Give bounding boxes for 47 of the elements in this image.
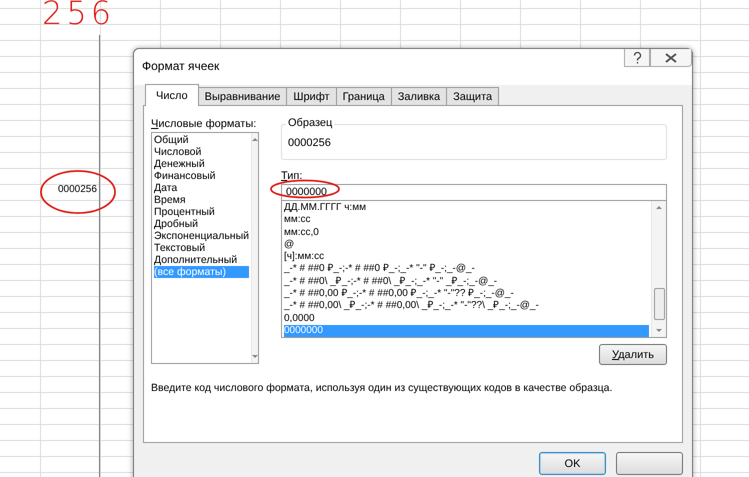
category-item[interactable]: Финансовый <box>154 170 249 182</box>
tab[interactable]: Заливка <box>390 87 448 105</box>
tab[interactable]: Число <box>145 84 199 106</box>
cell-value: 0000256 <box>58 184 97 195</box>
category-item[interactable]: Дата <box>154 182 249 194</box>
hint-text: Введите код числового формата, используя один из существующих кодов в качестве образца. <box>151 382 614 394</box>
close-button[interactable] <box>650 49 692 67</box>
format-item[interactable]: ДД.ММ.ГГГГ ч:мм <box>284 202 649 214</box>
tab[interactable]: Защита <box>446 87 500 105</box>
handwritten-annotation: 256 <box>42 0 116 32</box>
type-input-field[interactable]: 0000000 <box>281 184 667 201</box>
category-item[interactable]: Числовой <box>154 146 249 158</box>
scrollbar[interactable] <box>651 201 666 337</box>
sample-value: 0000256 <box>288 137 331 149</box>
scrollbar[interactable] <box>251 133 258 363</box>
category-item[interactable]: Общий <box>154 134 249 146</box>
ok-button[interactable]: OK <box>539 452 606 475</box>
format-item[interactable]: _-* # ##0,00 ₽_-;-* # ##0,00 ₽_-;_-* "-"?? ₽_-;_-@_- <box>284 288 649 300</box>
window-title: Формат ячеек <box>142 59 220 73</box>
category-item[interactable]: Экспоненциальный <box>154 230 249 242</box>
tab[interactable]: Выравнивание <box>198 87 288 105</box>
categories-label: Числовые форматы: <box>151 118 258 130</box>
type-label: Тип: <box>281 170 304 182</box>
category-item[interactable]: Денежный <box>154 158 249 170</box>
format-item[interactable]: _-* # ##0 ₽_-;-* # ##0 ₽_-;_-* "-" ₽_-;_-@_- <box>284 263 649 276</box>
help-button[interactable] <box>624 49 650 67</box>
category-item[interactable]: Дополнительный <box>154 254 249 266</box>
format-item[interactable]: 0,0000 <box>284 312 649 325</box>
delete-button[interactable]: Удалить <box>599 344 667 365</box>
tab[interactable]: Шрифт <box>286 87 337 105</box>
format-item[interactable]: мм:сс <box>284 214 649 227</box>
sample-legend: Образец <box>286 117 334 129</box>
close-icon <box>665 52 677 62</box>
format-item[interactable]: [ч]:мм:сс <box>284 251 649 264</box>
format-item[interactable]: мм:сс,0 <box>284 226 649 239</box>
category-item[interactable]: Время <box>154 194 249 206</box>
format-item[interactable]: _-* # ##0\ _₽_-;-* # ##0\ _₽_-;_-* "-" _₽_-;_-@_- <box>284 276 649 288</box>
format-item[interactable]: _-* # ##0,00\ _₽_-;-* # ##0,00\ _₽_-;_-* "-"??\ _₽_-;_-@_- <box>284 300 649 313</box>
category-item[interactable]: Дробный <box>154 218 249 230</box>
category-item[interactable]: Процентный <box>154 206 249 218</box>
category-item[interactable]: Текстовый <box>154 242 249 254</box>
dialog-button[interactable] <box>616 452 683 475</box>
format-list[interactable] <box>281 201 667 338</box>
format-item[interactable]: @ <box>284 238 649 252</box>
category-list[interactable]: Общий Числовой Денежный Финансовый Дата Время Процентный Дробный Экспоненциальный Текстовый Дополнительный (все форматы) <box>151 132 259 364</box>
tab[interactable]: Граница <box>336 87 392 105</box>
question-mark-icon <box>632 52 642 64</box>
